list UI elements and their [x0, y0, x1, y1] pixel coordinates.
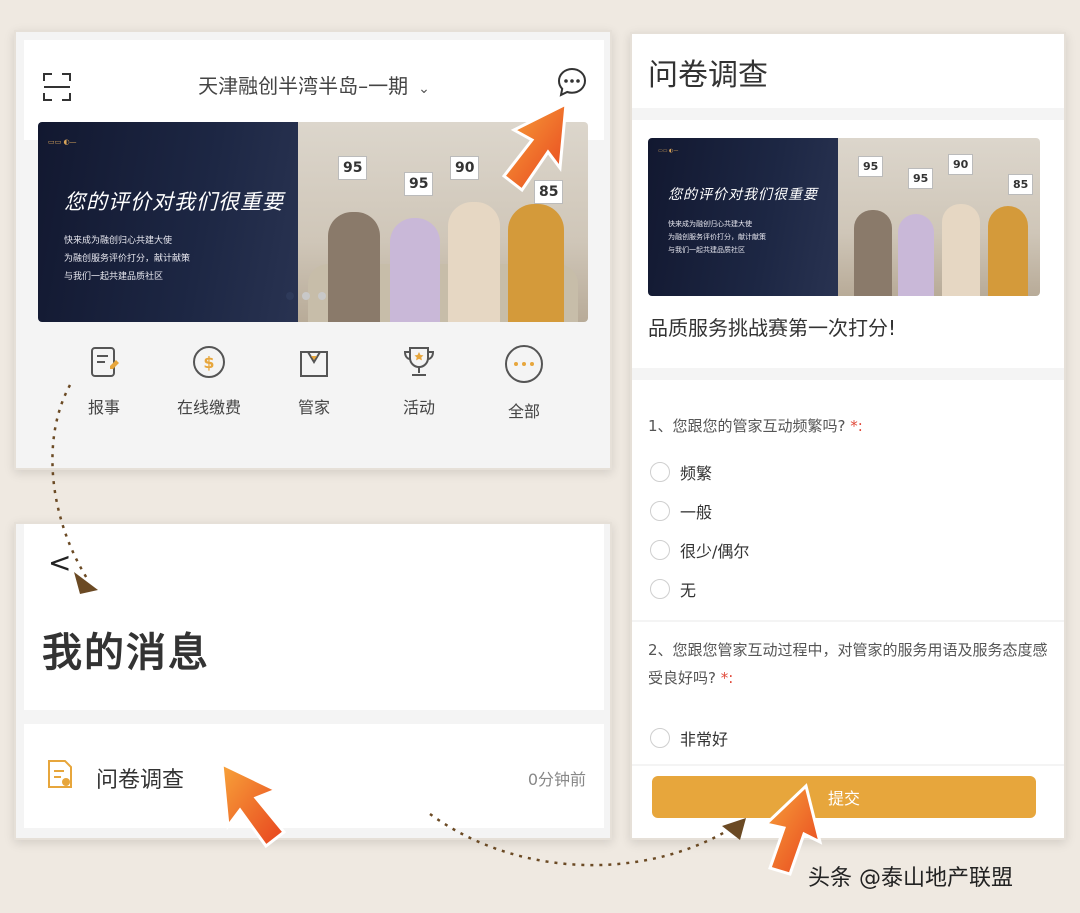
page-title: 问卷调查 [648, 58, 768, 93]
carousel-indicator [286, 292, 326, 300]
person-figure [328, 212, 380, 322]
person-figure [448, 202, 500, 322]
action-payment[interactable]: $ 在线缴费 [159, 344, 259, 454]
option-none[interactable]: 无 [650, 577, 696, 601]
carousel-dot[interactable] [286, 292, 294, 300]
survey-doc-icon [48, 760, 72, 788]
option-frequent[interactable]: 频繁 [650, 460, 712, 484]
svg-text:$: $ [203, 353, 214, 372]
message-title: 问卷调查 [96, 768, 185, 793]
question-1: 1、您跟您的管家互动频繁吗? *: 频繁 一般 很少/偶尔 无 [632, 380, 1064, 620]
more-icon [505, 345, 543, 383]
watermark: 头条 @泰山地产联盟 [808, 866, 1013, 891]
survey-screen: 问卷调查 95 95 90 85 ▭▭ ◐— 您的评价对我们很重要 快来成为融创… [630, 32, 1066, 840]
banner-subtext-line: 与我们一起共建品质社区 [668, 246, 745, 254]
chevron-down-icon: ⌄ [418, 81, 430, 97]
banner-headline: 您的评价对我们很重要 [668, 187, 818, 203]
score-card: 95 [338, 156, 368, 180]
back-button[interactable]: < [48, 546, 71, 579]
score-card: 85 [534, 180, 564, 204]
action-report[interactable]: 报事 [54, 344, 154, 454]
page-title: 我的消息 [42, 630, 210, 676]
question-label: 2、您跟您管家互动过程中，对管家的服务用语及服务态度感受良好吗? [648, 641, 1048, 687]
score-card: 85 [1008, 174, 1034, 195]
banner-subtext-line: 快来成为融创归心共建大使 [64, 236, 173, 246]
survey-subtitle: 品质服务挑战赛第一次打分! [648, 316, 897, 340]
banner-photo: 95 95 90 85 [298, 122, 588, 322]
message-time: 0分钟前 [527, 770, 586, 789]
payment-icon: $ [193, 346, 225, 378]
action-label: 报事 [87, 398, 120, 417]
message-item[interactable]: 问卷调查 0分钟前 [24, 724, 604, 828]
banner-subtext-line: 为融创服务评价打分，献计献策 [668, 233, 766, 241]
messages-header: < 我的消息 [24, 524, 604, 710]
submit-button[interactable]: 提交 [652, 776, 1036, 818]
banner-subtext-line: 快来成为融创归心共建大使 [668, 220, 752, 228]
scan-icon[interactable] [42, 72, 72, 102]
banner-subtext-line: 为融创服务评价打分，献计献策 [64, 254, 191, 264]
question-text: 2、您跟您管家互动过程中，对管家的服务用语及服务态度感受良好吗? *: [648, 636, 1048, 692]
quick-actions: 报事 $ 在线缴费 管家 活动 全部 [54, 344, 574, 454]
score-card: 90 [450, 156, 480, 180]
banner-background [648, 138, 868, 296]
radio-button[interactable] [650, 728, 670, 748]
messages-screen: < 我的消息 问卷调查 0分钟前 [14, 522, 612, 840]
question-2: 2、您跟您管家互动过程中，对管家的服务用语及服务态度感受良好吗? *: 非常好 [632, 622, 1064, 764]
action-activity[interactable]: 活动 [369, 344, 469, 454]
option-very-good[interactable]: 非常好 [650, 726, 728, 750]
question-text: 1、您跟您的管家互动频繁吗? *: [648, 412, 1048, 440]
action-label: 活动 [402, 398, 435, 417]
question-label: 1、您跟您的管家互动频繁吗? [648, 417, 846, 435]
butler-icon [300, 351, 328, 377]
home-screen: 天津融创半湾半岛–一期 ⌄ 95 95 90 85 ▭▭ ◐— 您的评价对我们很重… [14, 30, 612, 470]
required-mark: *: [850, 417, 863, 435]
radio-button[interactable] [650, 501, 670, 521]
option-normal[interactable]: 一般 [650, 499, 712, 523]
person-figure [942, 204, 980, 296]
option-rarely[interactable]: 很少/偶尔 [650, 538, 749, 562]
community-name: 天津融创半湾半岛–一期 [198, 74, 409, 98]
option-label: 一般 [680, 503, 713, 522]
score-card: 95 [404, 172, 434, 196]
person-figure [854, 210, 892, 296]
radio-button[interactable] [650, 462, 670, 482]
score-card: 90 [948, 154, 974, 175]
action-label: 管家 [297, 398, 330, 417]
submit-bar: 提交 [632, 766, 1064, 838]
action-all[interactable]: 全部 [474, 344, 574, 454]
radio-button[interactable] [650, 540, 670, 560]
trophy-icon [403, 347, 435, 376]
person-figure [898, 214, 934, 296]
banner-subtext: 快来成为融创归心共建大使 为融创服务评价打分，献计献策 与我们一起共建品质社区 [668, 218, 766, 257]
option-label: 很少/偶尔 [680, 542, 750, 561]
radio-button[interactable] [650, 579, 670, 599]
brand-logo: ▭▭ ◐— [658, 148, 679, 154]
carousel-dot[interactable] [302, 292, 310, 300]
action-butler[interactable]: 管家 [264, 344, 364, 454]
option-label: 非常好 [680, 730, 729, 749]
required-mark: *: [720, 669, 734, 687]
survey-intro: 95 95 90 85 ▭▭ ◐— 您的评价对我们很重要 快来成为融创归心共建大… [632, 120, 1064, 368]
action-label: 在线缴费 [176, 398, 241, 417]
report-icon [91, 347, 119, 377]
message-icon[interactable] [556, 66, 588, 98]
survey-header: 问卷调查 [632, 34, 1064, 108]
score-card: 95 [908, 168, 934, 189]
person-figure [390, 218, 440, 322]
score-card: 95 [858, 156, 884, 177]
survey-banner: 95 95 90 85 ▭▭ ◐— 您的评价对我们很重要 快来成为融创归心共建大… [648, 138, 1040, 296]
option-label: 频繁 [680, 464, 713, 483]
banner-photo: 95 95 90 85 [838, 138, 1040, 296]
banner-subtext: 快来成为融创归心共建大使 为融创服务评价打分，献计献策 与我们一起共建品质社区 [64, 232, 190, 286]
action-label: 全部 [507, 402, 540, 421]
person-figure [988, 206, 1028, 296]
person-figure [508, 204, 564, 322]
promo-banner[interactable]: 95 95 90 85 ▭▭ ◐— 您的评价对我们很重要 快来成为融创归心共建大… [38, 122, 588, 322]
option-label: 无 [680, 581, 697, 600]
community-selector[interactable]: 天津融创半湾半岛–一期 ⌄ [144, 70, 484, 99]
brand-logo: ▭▭ ◐— [48, 138, 77, 146]
banner-headline: 您的评价对我们很重要 [64, 190, 284, 214]
banner-subtext-line: 与我们一起共建品质社区 [64, 272, 164, 282]
carousel-dot[interactable] [318, 292, 326, 300]
